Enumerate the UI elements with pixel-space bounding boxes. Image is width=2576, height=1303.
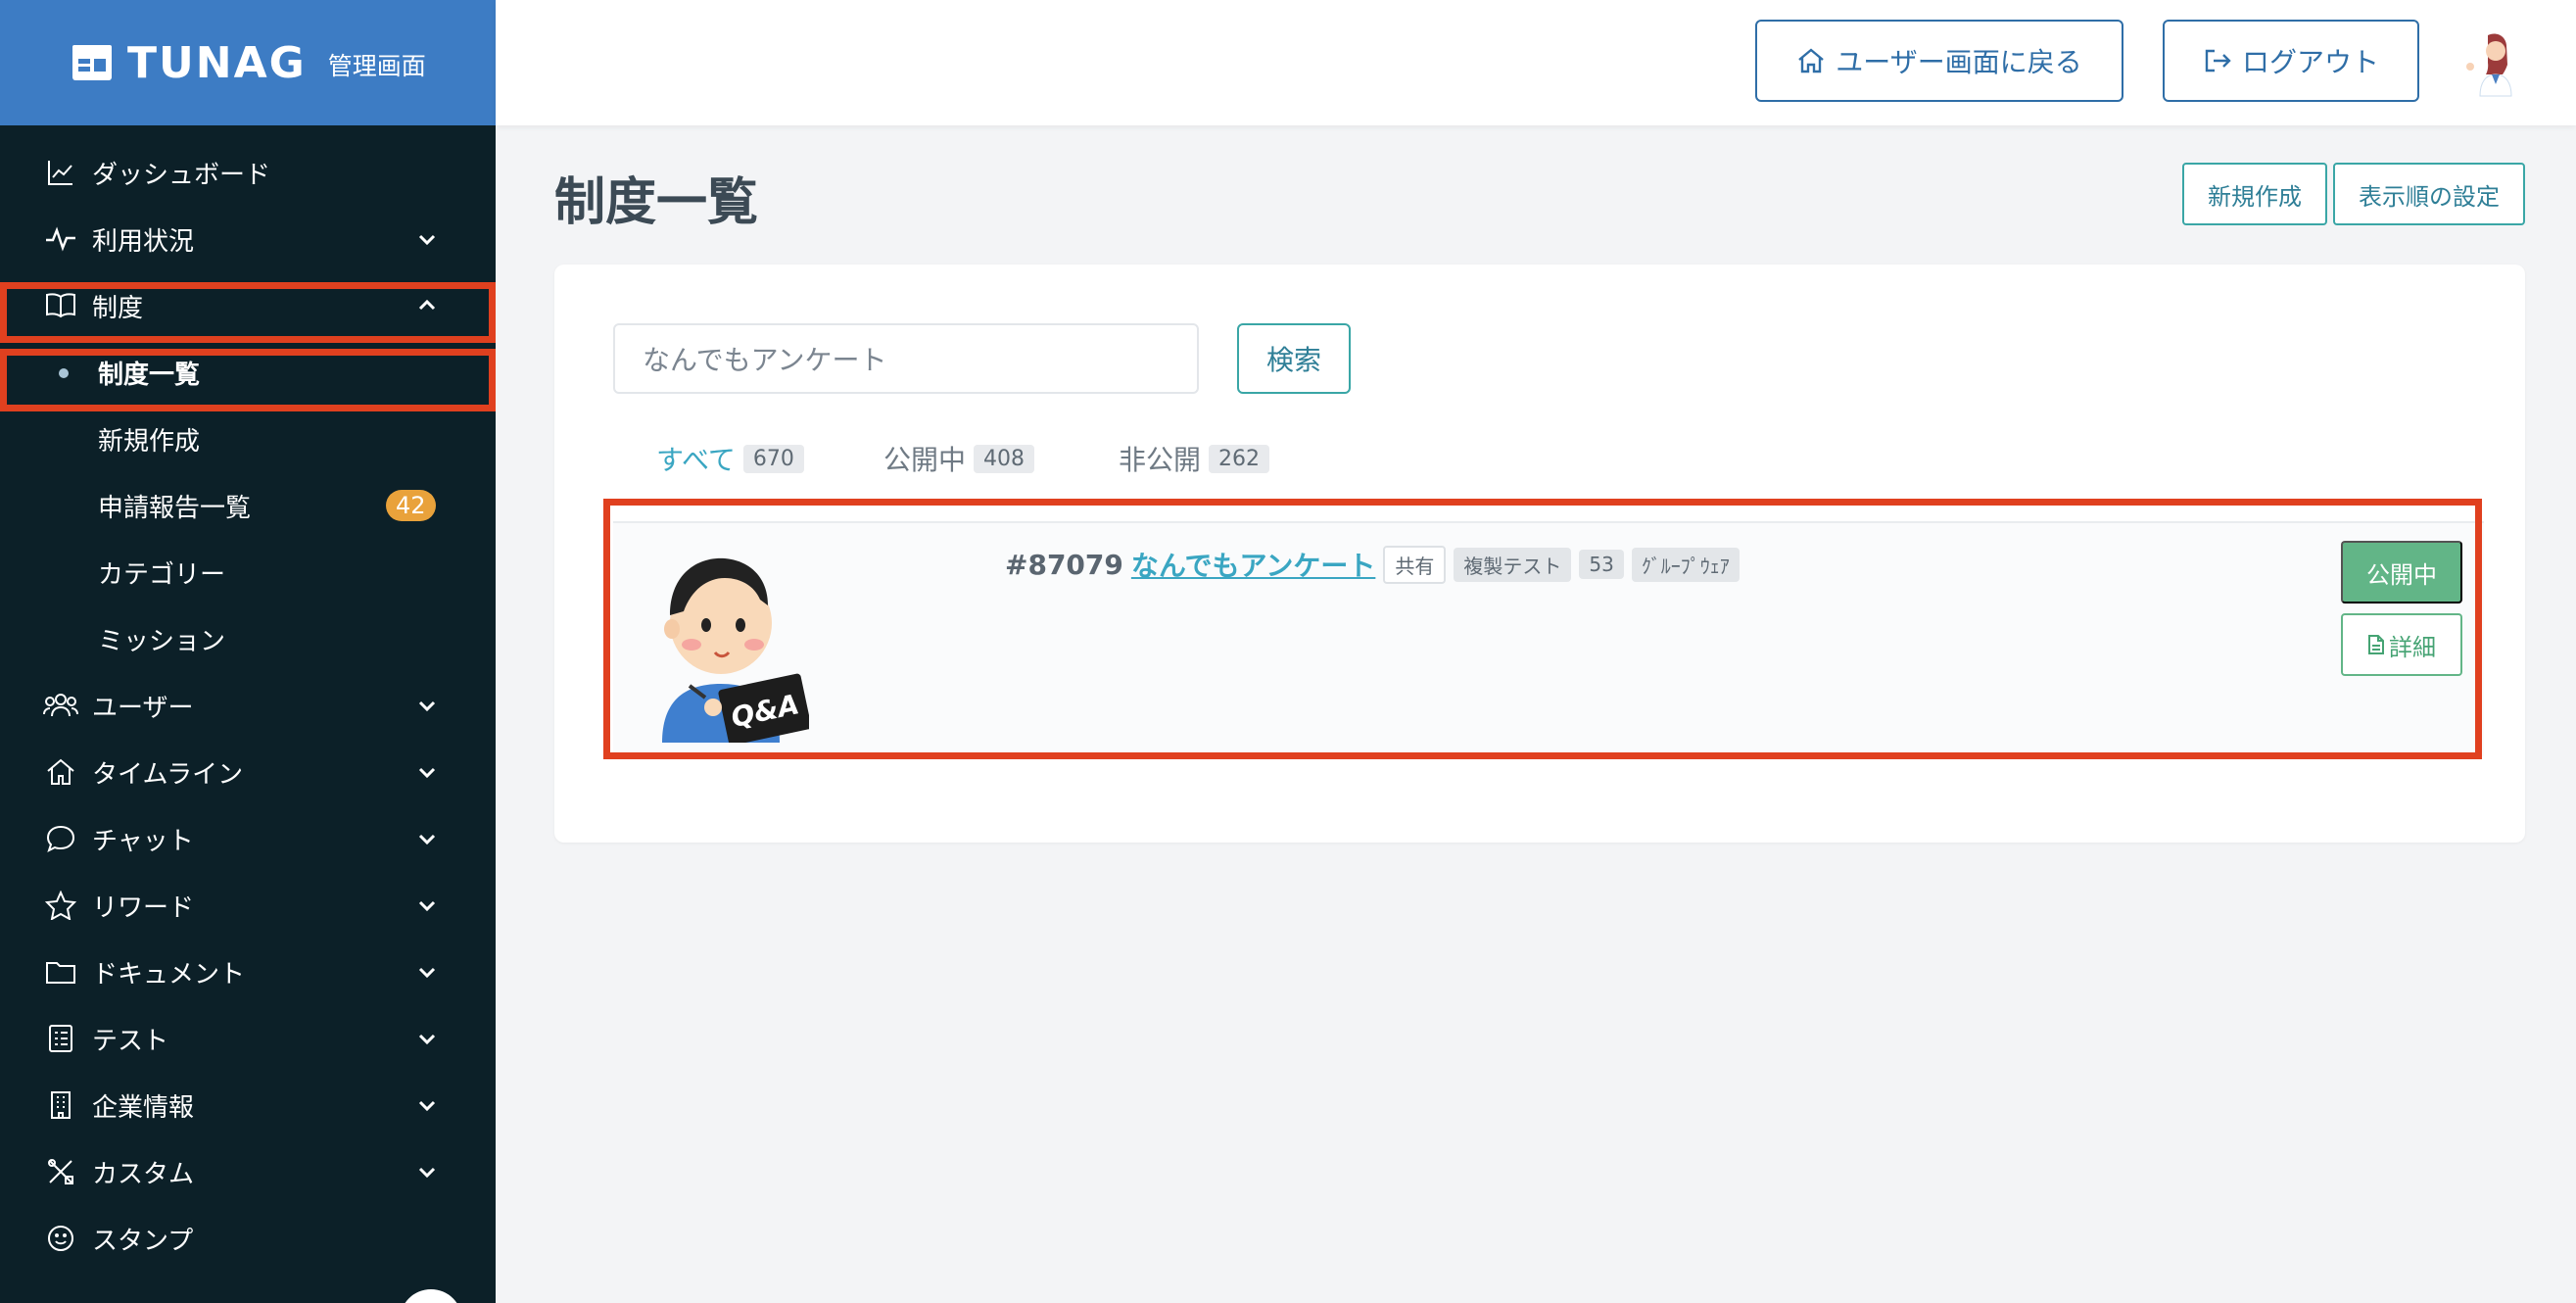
sidebar-item-label: タイムライン — [92, 759, 244, 790]
tab-count-badge: 408 — [974, 444, 1035, 473]
home-icon — [43, 754, 78, 790]
tab-label: 公開中 — [883, 444, 967, 476]
highlight-box-seido — [0, 282, 496, 343]
tab-count-badge: 262 — [1209, 444, 1270, 473]
back-to-user-label: ユーザー画面に戻る — [1836, 46, 2082, 78]
sidebar-item-label: ユーザー — [92, 693, 194, 723]
sidebar-item-stamp[interactable]: スタンプ — [0, 1205, 496, 1272]
sidebar-item-chat[interactable]: チャット — [0, 805, 496, 872]
sidebar-item-label: 利用状況 — [92, 226, 195, 257]
back-to-user-button[interactable]: ユーザー画面に戻る — [1755, 20, 2123, 102]
sidebar-item-users[interactable]: ユーザー — [0, 672, 496, 739]
sidebar-item-document[interactable]: ドキュメント — [0, 939, 496, 1005]
tab-published[interactable]: 公開中 408 — [883, 439, 1035, 478]
chevron-down-icon — [418, 1167, 436, 1179]
users-icon — [43, 688, 78, 723]
user-avatar[interactable] — [2458, 27, 2531, 100]
folder-icon — [43, 954, 78, 989]
sidebar-item-dashboard[interactable]: ダッシュボード — [0, 139, 496, 206]
sidebar-item-reward[interactable]: リワード — [0, 872, 496, 939]
chevron-down-icon — [418, 234, 436, 246]
tools-icon — [43, 1154, 78, 1189]
sidebar-subitem-mission[interactable]: ミッション — [0, 605, 496, 672]
sidebar-subitem-new[interactable]: 新規作成 — [0, 406, 496, 472]
chat-bubble-icon — [43, 821, 78, 856]
logout-icon — [2205, 49, 2231, 72]
display-order-button[interactable]: 表示順の設定 — [2333, 163, 2525, 225]
sidebar-item-label: リワード — [92, 893, 195, 923]
chevron-down-icon — [418, 1100, 436, 1112]
sidebar: TUNAG 管理画面 ダッシュボード 利用状況 制度 制度一覧 新規作成 申請報… — [0, 0, 496, 1303]
sidebar-subitem-label: カテゴリー — [98, 559, 226, 590]
brand-name: TUNAG — [127, 37, 307, 88]
tab-label: すべて — [656, 444, 736, 476]
sidebar-item-label: スタンプ — [92, 1226, 194, 1256]
logout-label: ログアウト — [2241, 46, 2379, 78]
count-badge: 42 — [386, 490, 436, 521]
chart-line-icon — [43, 155, 78, 190]
chevron-down-icon — [418, 767, 436, 779]
brand-logo: TUNAG — [71, 38, 307, 88]
sidebar-subitem-label: 申請報告一覧 — [98, 493, 252, 523]
chevron-down-icon — [418, 834, 436, 845]
topbar: ユーザー画面に戻る ログアウト — [496, 0, 2576, 125]
highlight-box-seido-list — [0, 349, 496, 411]
chevron-down-icon — [418, 1034, 436, 1045]
home-icon — [1798, 48, 1825, 73]
sidebar-item-custom[interactable]: カスタム — [0, 1138, 496, 1205]
tunag-logo-icon — [72, 45, 112, 80]
sidebar-item-label: ダッシュボード — [92, 160, 271, 190]
tab-private[interactable]: 非公開 262 — [1119, 439, 1270, 478]
logout-button[interactable]: ログアウト — [2163, 20, 2419, 102]
sidebar-item-label: ドキュメント — [92, 959, 246, 989]
sidebar-item-usage[interactable]: 利用状況 — [0, 206, 496, 272]
star-icon — [43, 888, 78, 923]
sidebar-item-company[interactable]: 企業情報 — [0, 1072, 496, 1138]
brand-header[interactable]: TUNAG 管理画面 — [0, 0, 496, 125]
sidebar-item-label: テスト — [92, 1026, 169, 1056]
chevron-down-icon — [418, 967, 436, 979]
checklist-icon — [43, 1021, 78, 1056]
sidebar-item-test[interactable]: テスト — [0, 1005, 496, 1072]
tab-count-badge: 670 — [742, 444, 804, 473]
building-icon — [43, 1087, 78, 1123]
chevron-down-icon — [418, 900, 436, 912]
tab-all[interactable]: すべて 670 — [656, 439, 804, 478]
scroll-top-button[interactable] — [400, 1289, 462, 1303]
page-title: 制度一覧 — [554, 173, 759, 232]
sidebar-subitem-category[interactable]: カテゴリー — [0, 539, 496, 605]
chevron-down-icon — [418, 700, 436, 712]
new-create-button[interactable]: 新規作成 — [2182, 163, 2327, 225]
tab-label: 非公開 — [1119, 444, 1202, 476]
search-button[interactable]: 検索 — [1237, 323, 1351, 394]
sidebar-subitem-label: 新規作成 — [98, 426, 201, 457]
brand-subtitle: 管理画面 — [327, 52, 426, 80]
activity-icon — [43, 221, 78, 257]
sidebar-subitem-label: ミッション — [98, 626, 226, 656]
smile-icon — [43, 1221, 78, 1256]
sidebar-item-label: 企業情報 — [92, 1092, 195, 1123]
sidebar-item-label: カスタム — [92, 1159, 195, 1189]
sidebar-item-label: チャット — [92, 826, 194, 856]
search-input[interactable] — [613, 323, 1199, 394]
sidebar-subitem-applications[interactable]: 申請報告一覧 42 — [0, 472, 496, 539]
highlight-box-row — [603, 499, 2482, 759]
sidebar-item-timeline[interactable]: タイムライン — [0, 739, 496, 805]
